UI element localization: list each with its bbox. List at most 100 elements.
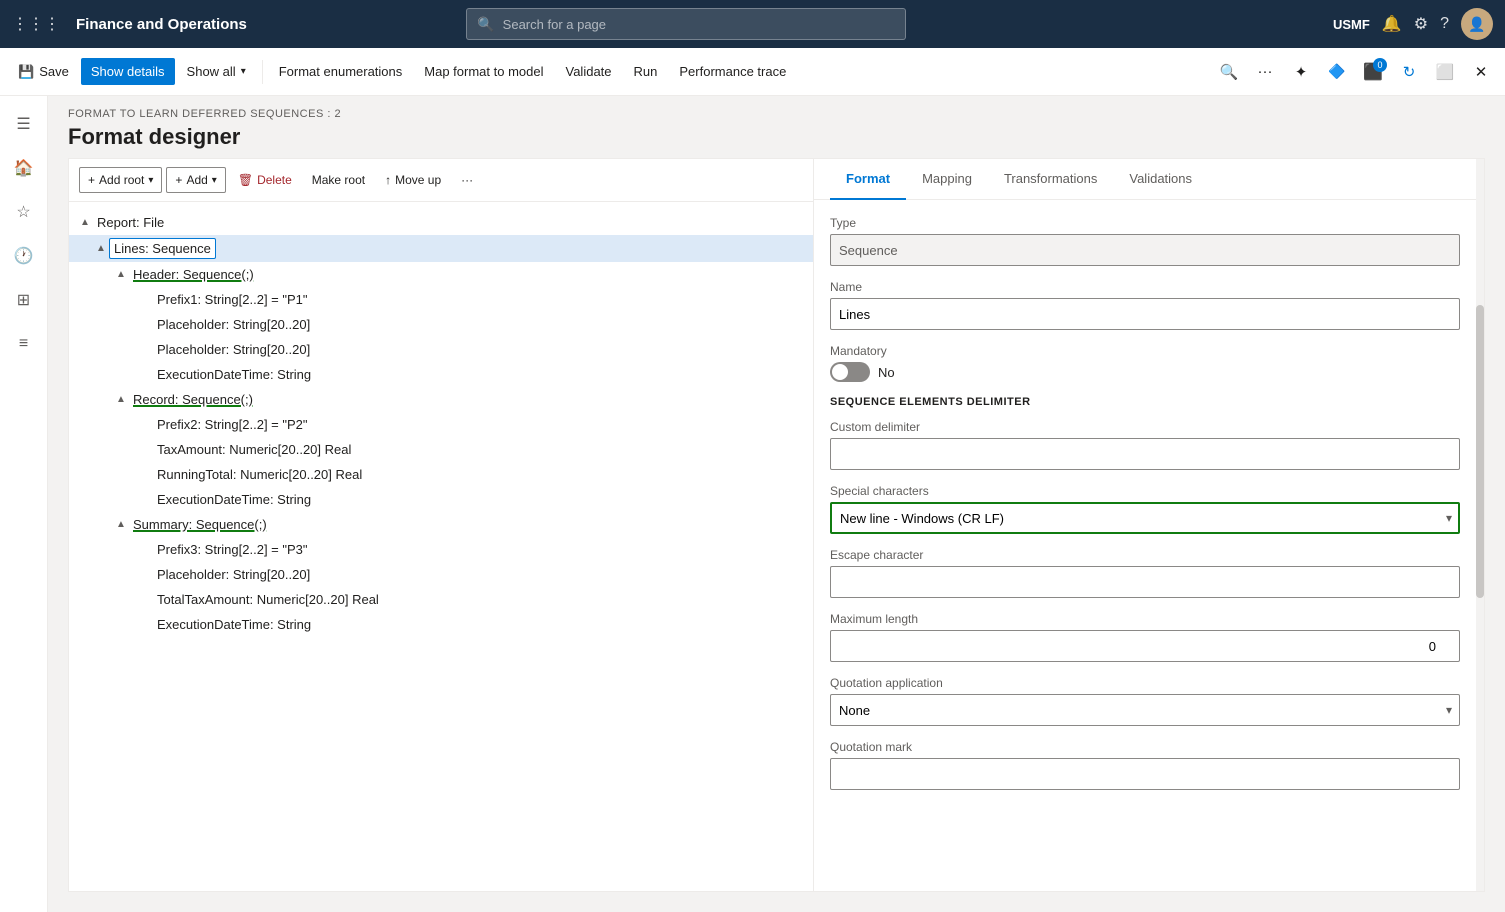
sidebar-star-icon[interactable]: ☆ (4, 192, 44, 232)
show-details-button[interactable]: Show details (81, 58, 175, 85)
chevron-down-icon: ▾ (212, 175, 217, 186)
sidebar-list-icon[interactable]: ≡ (4, 324, 44, 364)
add-button[interactable]: + Add ▾ (166, 167, 225, 193)
tree-label-placeholder3: Placeholder: String[20..20] (153, 565, 314, 584)
mandatory-toggle[interactable] (830, 362, 870, 382)
tree-label-prefix3: Prefix3: String[2..2] = "P3" (153, 540, 312, 559)
tree-node-execution1[interactable]: ExecutionDateTime: String (69, 362, 813, 387)
tree-node-prefix1[interactable]: Prefix1: String[2..2] = "P1" (69, 287, 813, 312)
type-field-group: Type (830, 216, 1460, 266)
user-label: USMF (1333, 17, 1370, 32)
tab-mapping[interactable]: Mapping (906, 159, 988, 200)
delete-icon: 🗑 (238, 173, 253, 187)
arrow-up-icon: ↑ (385, 173, 391, 187)
maximum-length-label: Maximum length (830, 612, 1460, 626)
app-grid-icon[interactable]: ⋮⋮⋮ (12, 14, 60, 34)
help-icon[interactable]: ? (1440, 15, 1449, 33)
search-icon: 🔍 (477, 16, 494, 33)
move-up-button[interactable]: ↑ Move up (377, 168, 449, 192)
settings-cmd-icon[interactable]: ✦ (1285, 56, 1317, 88)
tree-toggle-lines[interactable]: ▲ (93, 241, 109, 257)
tree-node-execution3[interactable]: ExecutionDateTime: String (69, 612, 813, 637)
sidebar-home-icon[interactable]: 🏠 (4, 148, 44, 188)
tab-validations[interactable]: Validations (1113, 159, 1208, 200)
page-header: FORMAT TO LEARN DEFERRED SEQUENCES : 2 F… (48, 96, 1505, 158)
validate-button[interactable]: Validate (556, 58, 622, 85)
right-scrollbar[interactable] (1476, 159, 1484, 891)
search-input[interactable] (503, 17, 896, 32)
custom-delimiter-input[interactable] (830, 438, 1460, 470)
name-input[interactable] (830, 298, 1460, 330)
tree-node-report[interactable]: ▲ Report: File (69, 210, 813, 235)
tree-label-lines: Lines: Sequence (109, 238, 216, 259)
maximum-length-group: Maximum length (830, 612, 1460, 662)
maximum-length-input[interactable] (830, 630, 1460, 662)
map-format-to-model-button[interactable]: Map format to model (414, 58, 553, 85)
name-label: Name (830, 280, 1460, 294)
type-input[interactable] (830, 234, 1460, 266)
make-root-button[interactable]: Make root (304, 168, 373, 192)
sidebar-clock-icon[interactable]: 🕐 (4, 236, 44, 276)
tree-node-placeholder3[interactable]: Placeholder: String[20..20] (69, 562, 813, 587)
tree-node-runningtotal[interactable]: RunningTotal: Numeric[20..20] Real (69, 462, 813, 487)
chevron-down-icon: ▾ (148, 175, 153, 186)
tree-node-taxamount[interactable]: TaxAmount: Numeric[20..20] Real (69, 437, 813, 462)
tree-toolbar: + Add root ▾ + Add ▾ 🗑 Delete Make ro (69, 159, 813, 202)
settings-icon[interactable]: ⚙ (1414, 14, 1428, 34)
tree-node-prefix3[interactable]: Prefix3: String[2..2] = "P3" (69, 537, 813, 562)
tree-node-record[interactable]: ▲ Record: Sequence(;) (69, 387, 813, 412)
search-cmd-icon[interactable]: 🔍 (1213, 56, 1245, 88)
save-button[interactable]: 💾 Save (8, 58, 79, 86)
tree-node-header[interactable]: ▲ Header: Sequence(;) (69, 262, 813, 287)
cmd-right-actions: 🔍 ··· ✦ 🔷 ⬛ 0 ↻ ⬜ ✕ (1213, 56, 1497, 88)
tree-label-execution3: ExecutionDateTime: String (153, 615, 315, 634)
tree-node-totaltax[interactable]: TotalTaxAmount: Numeric[20..20] Real (69, 587, 813, 612)
mandatory-toggle-label: No (878, 365, 895, 380)
sidebar-menu-icon[interactable]: ☰ (4, 104, 44, 144)
format-enumerations-button[interactable]: Format enumerations (269, 58, 413, 85)
delete-button[interactable]: 🗑 Delete (230, 168, 300, 192)
tree-label-placeholder1: Placeholder: String[20..20] (153, 315, 314, 334)
tree-node-prefix2[interactable]: Prefix2: String[2..2] = "P2" (69, 412, 813, 437)
special-characters-select[interactable]: New line - Windows (CR LF) New line - Un… (830, 502, 1460, 534)
escape-character-input[interactable] (830, 566, 1460, 598)
run-button[interactable]: Run (624, 58, 668, 85)
quotation-mark-input[interactable] (830, 758, 1460, 790)
more-cmd-icon[interactable]: ··· (1249, 56, 1281, 88)
performance-trace-button[interactable]: Performance trace (669, 58, 796, 85)
notification-icon[interactable]: 🔔 (1382, 14, 1402, 34)
notification-badge: 0 (1373, 58, 1387, 72)
quotation-application-select[interactable]: None (830, 694, 1460, 726)
escape-character-label: Escape character (830, 548, 1460, 562)
tree-node-execution2[interactable]: ExecutionDateTime: String (69, 487, 813, 512)
tab-transformations[interactable]: Transformations (988, 159, 1113, 200)
tree-node-placeholder2[interactable]: Placeholder: String[20..20] (69, 337, 813, 362)
name-field-group: Name (830, 280, 1460, 330)
close-cmd-icon[interactable]: ✕ (1465, 56, 1497, 88)
search-bar[interactable]: 🔍 (466, 8, 906, 40)
tree-node-placeholder1[interactable]: Placeholder: String[20..20] (69, 312, 813, 337)
mandatory-field-group: Mandatory No (830, 344, 1460, 382)
tree-label-prefix1: Prefix1: String[2..2] = "P1" (153, 290, 312, 309)
sidebar-grid-icon[interactable]: ⊞ (4, 280, 44, 320)
more-tree-button[interactable]: ··· (453, 168, 481, 192)
tree-toggle-header[interactable]: ▲ (113, 267, 129, 283)
tree-node-lines[interactable]: ▲ Lines: Sequence (69, 235, 813, 262)
tab-format[interactable]: Format (830, 159, 906, 200)
tree-toggle-record[interactable]: ▲ (113, 392, 129, 408)
toggle-thumb (832, 364, 848, 380)
show-all-button[interactable]: Show all ▾ (177, 58, 256, 85)
quotation-mark-label: Quotation mark (830, 740, 1460, 754)
refresh-cmd-icon[interactable]: ↻ (1393, 56, 1425, 88)
open-new-cmd-icon[interactable]: ⬜ (1429, 56, 1461, 88)
tree-node-summary[interactable]: ▲ Summary: Sequence(;) (69, 512, 813, 537)
tree-toggle-report[interactable]: ▲ (77, 215, 93, 231)
tree-label-totaltax: TotalTaxAmount: Numeric[20..20] Real (153, 590, 383, 609)
add-root-button[interactable]: + Add root ▾ (79, 167, 162, 193)
custom-delimiter-label: Custom delimiter (830, 420, 1460, 434)
badge-cmd-icon[interactable]: ⬛ 0 (1357, 56, 1389, 88)
plugin-cmd-icon[interactable]: 🔷 (1321, 56, 1353, 88)
avatar[interactable]: 👤 (1461, 8, 1493, 40)
tree-toggle-summary[interactable]: ▲ (113, 517, 129, 533)
chevron-down-icon: ▾ (241, 66, 246, 77)
